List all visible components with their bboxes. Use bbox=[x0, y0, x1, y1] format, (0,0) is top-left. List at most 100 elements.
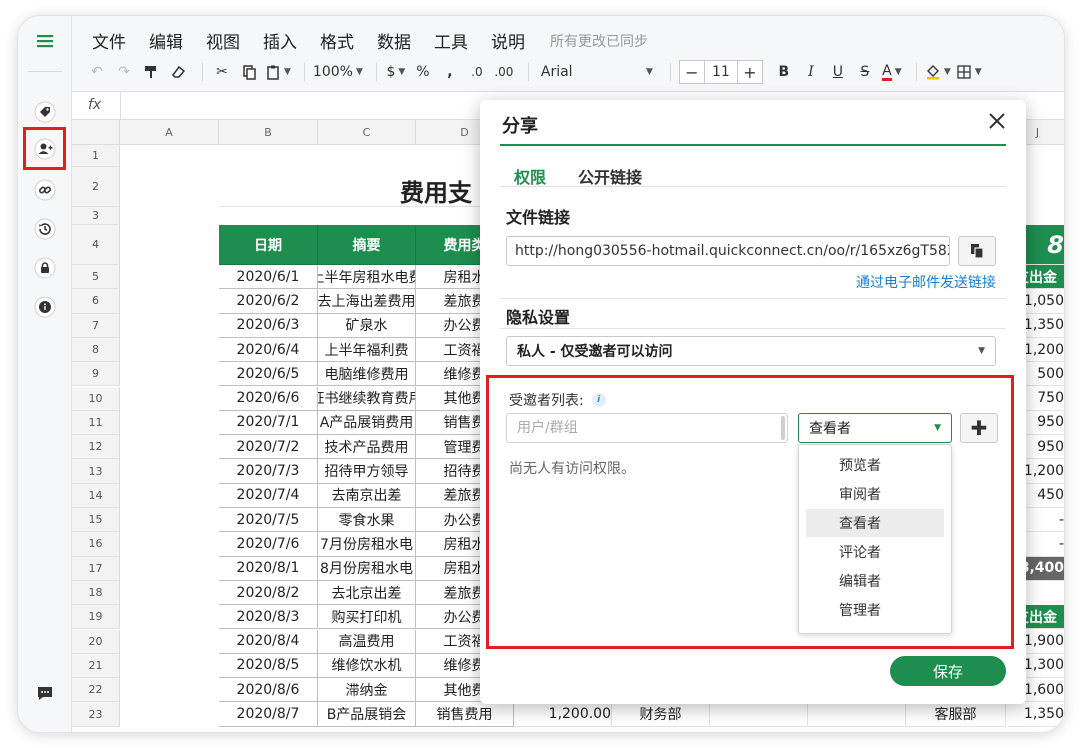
table-cell[interactable]: 2020/7/2 bbox=[219, 435, 318, 460]
percent-button[interactable]: % bbox=[412, 60, 434, 84]
table-cell[interactable]: 零食水果 bbox=[318, 508, 416, 533]
bold-button[interactable]: B bbox=[773, 60, 795, 84]
privacy-select[interactable]: 私人 - 仅受邀者可以访问 ▼ bbox=[506, 336, 996, 366]
row-header[interactable]: 7 bbox=[72, 313, 120, 338]
file-link-field[interactable]: http://hong030556-hotmail.quickconnect.c… bbox=[506, 236, 950, 266]
chat-icon[interactable] bbox=[30, 678, 60, 708]
hamburger-menu-icon[interactable] bbox=[30, 26, 60, 56]
copy-link-button[interactable] bbox=[958, 236, 996, 266]
role-option-commenter[interactable]: 评论者 bbox=[806, 538, 944, 566]
table-cell[interactable]: 2020/7/1 bbox=[219, 410, 318, 436]
table-cell[interactable]: 8月份房租水电 bbox=[318, 556, 416, 581]
table-cell[interactable]: 2020/6/3 bbox=[219, 313, 318, 338]
table-cell[interactable]: 维修饮水机 bbox=[318, 653, 416, 679]
row-header[interactable]: 3 bbox=[72, 207, 120, 225]
tab-public-link[interactable]: 公开链接 bbox=[578, 164, 642, 188]
row-header[interactable]: 2 bbox=[72, 167, 120, 207]
copy-icon[interactable] bbox=[238, 60, 260, 84]
underline-button[interactable]: U bbox=[827, 60, 849, 84]
table-cell[interactable]: 滞纳金 bbox=[318, 678, 416, 703]
table-cell[interactable]: 客服部 bbox=[906, 702, 1006, 727]
row-header[interactable]: 12 bbox=[72, 435, 120, 460]
input-resize-handle[interactable] bbox=[781, 416, 785, 440]
role-option-reviewer[interactable]: 审阅者 bbox=[806, 480, 944, 508]
row-header[interactable]: 6 bbox=[72, 289, 120, 314]
row-header[interactable]: 9 bbox=[72, 362, 120, 387]
table-cell[interactable]: 2020/7/6 bbox=[219, 532, 318, 557]
row-header[interactable]: 19 bbox=[72, 605, 120, 630]
table-cell[interactable]: 销售费用 bbox=[416, 702, 514, 727]
paint-format-icon[interactable] bbox=[140, 60, 162, 84]
corner-header[interactable] bbox=[72, 120, 120, 145]
menu-format[interactable]: 格式 bbox=[320, 28, 354, 53]
strikethrough-button[interactable]: S bbox=[854, 60, 876, 84]
table-cell[interactable]: 2020/6/5 bbox=[219, 362, 318, 387]
table-cell[interactable]: 2020/7/3 bbox=[219, 459, 318, 484]
table-cell[interactable]: 1,350 bbox=[1008, 702, 1064, 727]
zoom-select[interactable]: 100% ▼ bbox=[313, 60, 363, 84]
row-header[interactable]: 8 bbox=[72, 337, 120, 363]
table-cell[interactable]: 2020/8/7 bbox=[219, 702, 318, 727]
row-header[interactable]: 22 bbox=[72, 678, 120, 703]
user-group-input[interactable] bbox=[506, 413, 788, 443]
table-header-cell[interactable]: 摘要 bbox=[318, 225, 416, 265]
row-header[interactable]: 15 bbox=[72, 508, 120, 533]
table-cell[interactable] bbox=[808, 702, 906, 727]
menu-insert[interactable]: 插入 bbox=[263, 28, 297, 53]
table-cell[interactable]: 技术产品费用 bbox=[318, 435, 416, 460]
column-header-c[interactable]: C bbox=[318, 120, 416, 145]
table-cell[interactable]: 2020/8/3 bbox=[219, 605, 318, 630]
role-option-editor[interactable]: 编辑者 bbox=[806, 567, 944, 595]
row-header[interactable]: 20 bbox=[72, 629, 120, 654]
menu-data[interactable]: 数据 bbox=[377, 28, 411, 53]
italic-button[interactable]: I bbox=[800, 60, 822, 84]
info-icon[interactable]: i bbox=[591, 393, 606, 407]
font-size-increase-button[interactable]: + bbox=[738, 61, 762, 83]
table-cell[interactable]: 2020/6/6 bbox=[219, 386, 318, 411]
info-icon[interactable] bbox=[30, 292, 60, 322]
borders-icon[interactable]: ▼ bbox=[956, 60, 982, 84]
role-option-previewer[interactable]: 预览者 bbox=[806, 451, 944, 479]
row-header[interactable]: 10 bbox=[72, 386, 120, 411]
row-header[interactable]: 4 bbox=[72, 225, 120, 265]
save-button[interactable]: 保存 bbox=[890, 656, 1006, 686]
table-cell[interactable]: 证书继续教育费用 bbox=[318, 386, 416, 411]
role-option-viewer[interactable]: 查看者 bbox=[806, 509, 944, 537]
table-cell[interactable]: 招待甲方领导 bbox=[318, 459, 416, 484]
link-icon[interactable] bbox=[30, 175, 60, 205]
row-header[interactable]: 21 bbox=[72, 653, 120, 679]
table-cell[interactable] bbox=[710, 702, 808, 727]
comma-button[interactable]: , bbox=[439, 60, 461, 84]
clear-format-icon[interactable] bbox=[167, 60, 189, 84]
table-cell[interactable]: 购买打印机 bbox=[318, 605, 416, 630]
row-header[interactable]: 1 bbox=[72, 145, 120, 167]
row-header[interactable]: 23 bbox=[72, 702, 120, 727]
role-option-manager[interactable]: 管理者 bbox=[806, 596, 944, 624]
menu-file[interactable]: 文件 bbox=[92, 28, 126, 53]
fill-color-icon[interactable]: ▼ bbox=[925, 60, 951, 84]
table-cell[interactable]: 2020/8/6 bbox=[219, 678, 318, 703]
table-cell[interactable]: 去南京出差 bbox=[318, 483, 416, 508]
table-cell[interactable]: B产品展销会 bbox=[318, 702, 416, 727]
table-cell[interactable]: 2020/6/2 bbox=[219, 289, 318, 314]
table-cell[interactable]: 上半年房租水电费 bbox=[318, 265, 416, 290]
email-link[interactable]: 通过电子邮件发送链接 bbox=[856, 272, 996, 292]
table-cell[interactable]: 高温费用 bbox=[318, 629, 416, 654]
table-cell[interactable]: 2020/8/4 bbox=[219, 629, 318, 654]
undo-icon[interactable]: ↶ bbox=[86, 60, 108, 84]
row-header[interactable]: 5 bbox=[72, 265, 120, 290]
table-cell[interactable]: 2020/8/1 bbox=[219, 556, 318, 581]
row-header[interactable]: 18 bbox=[72, 580, 120, 606]
table-cell[interactable]: 2020/8/5 bbox=[219, 653, 318, 679]
table-cell[interactable]: 2020/7/4 bbox=[219, 483, 318, 508]
table-cell[interactable]: 1,200.00 bbox=[514, 702, 612, 727]
cut-icon[interactable]: ✂ bbox=[211, 60, 233, 84]
decrease-decimal-button[interactable]: .0 bbox=[466, 60, 488, 84]
font-size-decrease-button[interactable]: − bbox=[680, 61, 704, 83]
currency-button[interactable]: $ ▼ bbox=[385, 60, 407, 84]
table-cell[interactable]: 电脑维修费用 bbox=[318, 362, 416, 387]
table-cell[interactable]: 去上海出差费用 bbox=[318, 289, 416, 314]
menu-tools[interactable]: 工具 bbox=[434, 28, 468, 53]
row-header[interactable]: 13 bbox=[72, 459, 120, 484]
row-header[interactable]: 17 bbox=[72, 556, 120, 581]
